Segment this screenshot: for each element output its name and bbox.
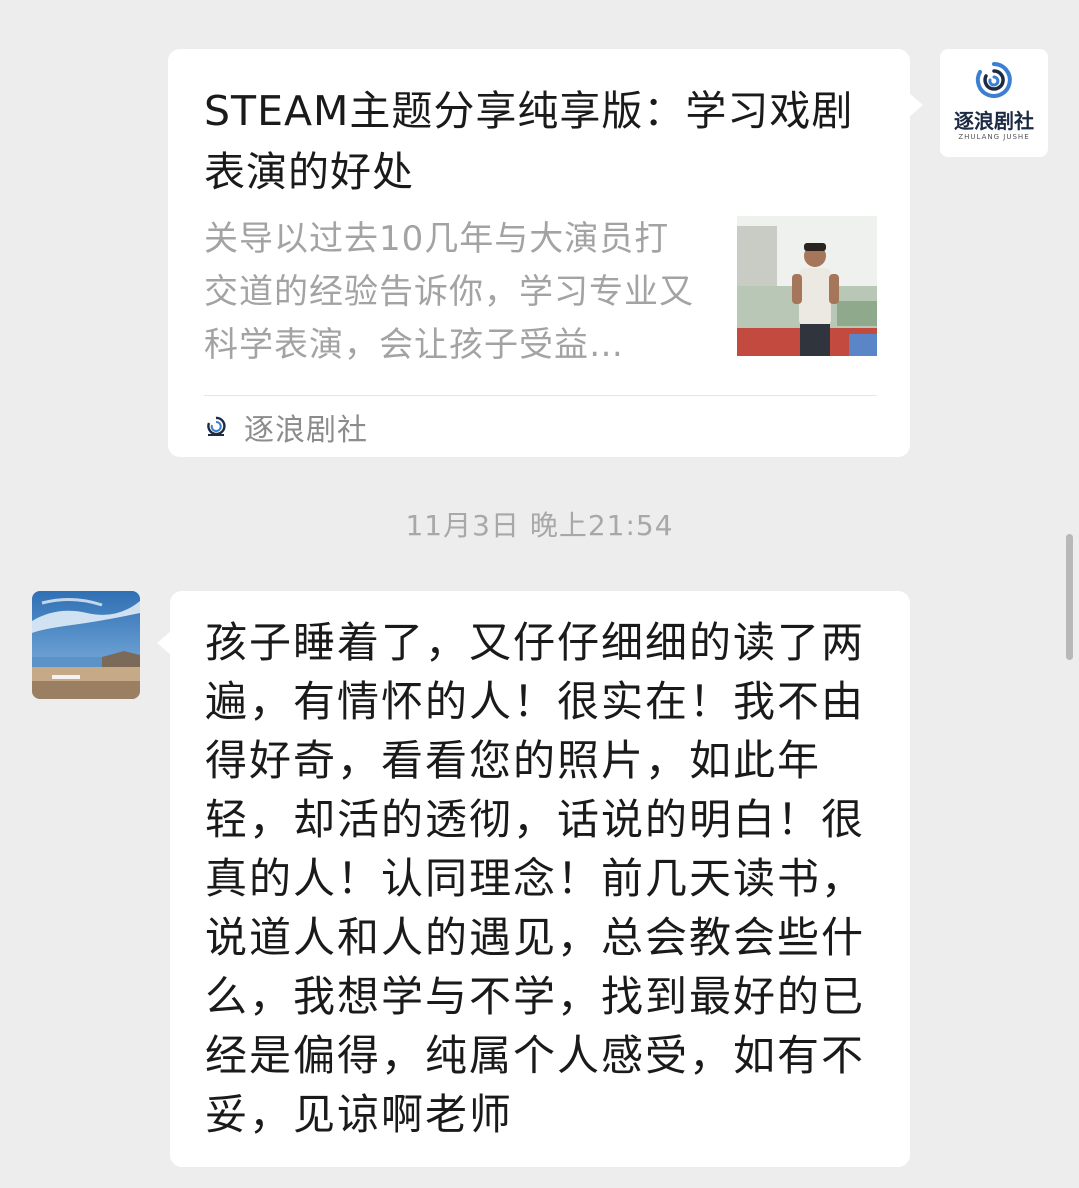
bubble-tail: [157, 631, 171, 655]
article-description: 关导以过去10几年与大演员打交道的经验告诉你，学习专业又科学表演，会让孩子受益…: [204, 219, 694, 365]
article-divider: [204, 395, 877, 396]
wave-swirl-icon: [975, 62, 1012, 98]
article-source[interactable]: 逐浪剧社: [204, 405, 368, 449]
account-avatar[interactable]: 逐浪剧社 ZHULANG JUSHE: [940, 49, 1048, 157]
article-title: STEAM主题分享纯享版：学习戏剧表演的好处: [204, 87, 854, 196]
account-logo-icon: [207, 416, 226, 436]
scrollbar-thumb[interactable]: [1066, 534, 1073, 660]
article-thumbnail: [737, 216, 877, 356]
sender-avatar[interactable]: [32, 591, 140, 699]
bubble-tail: [909, 93, 923, 117]
message-bubble[interactable]: 孩子睡着了，又仔仔细细的读了两遍，有情怀的人！很实在！我不由得好奇，看看您的照片…: [157, 591, 910, 1167]
article-card[interactable]: STEAM主题分享纯享版：学习戏剧表演的好处 关导以过去10几年与大演员打交道的…: [168, 49, 923, 457]
source-name: 逐浪剧社: [244, 413, 368, 448]
brand-subtext: ZHULANG JUSHE: [958, 133, 1030, 141]
message-text: 孩子睡着了，又仔仔细细的读了两遍，有情怀的人！很实在！我不由得好奇，看看您的照片…: [205, 618, 866, 1139]
presenter-photo-image: [737, 216, 877, 356]
brand-text: 逐浪剧社: [954, 109, 1034, 133]
message-timestamp: 11月3日 晚上21:54: [405, 509, 674, 542]
beach-sky-photo: [32, 591, 140, 699]
